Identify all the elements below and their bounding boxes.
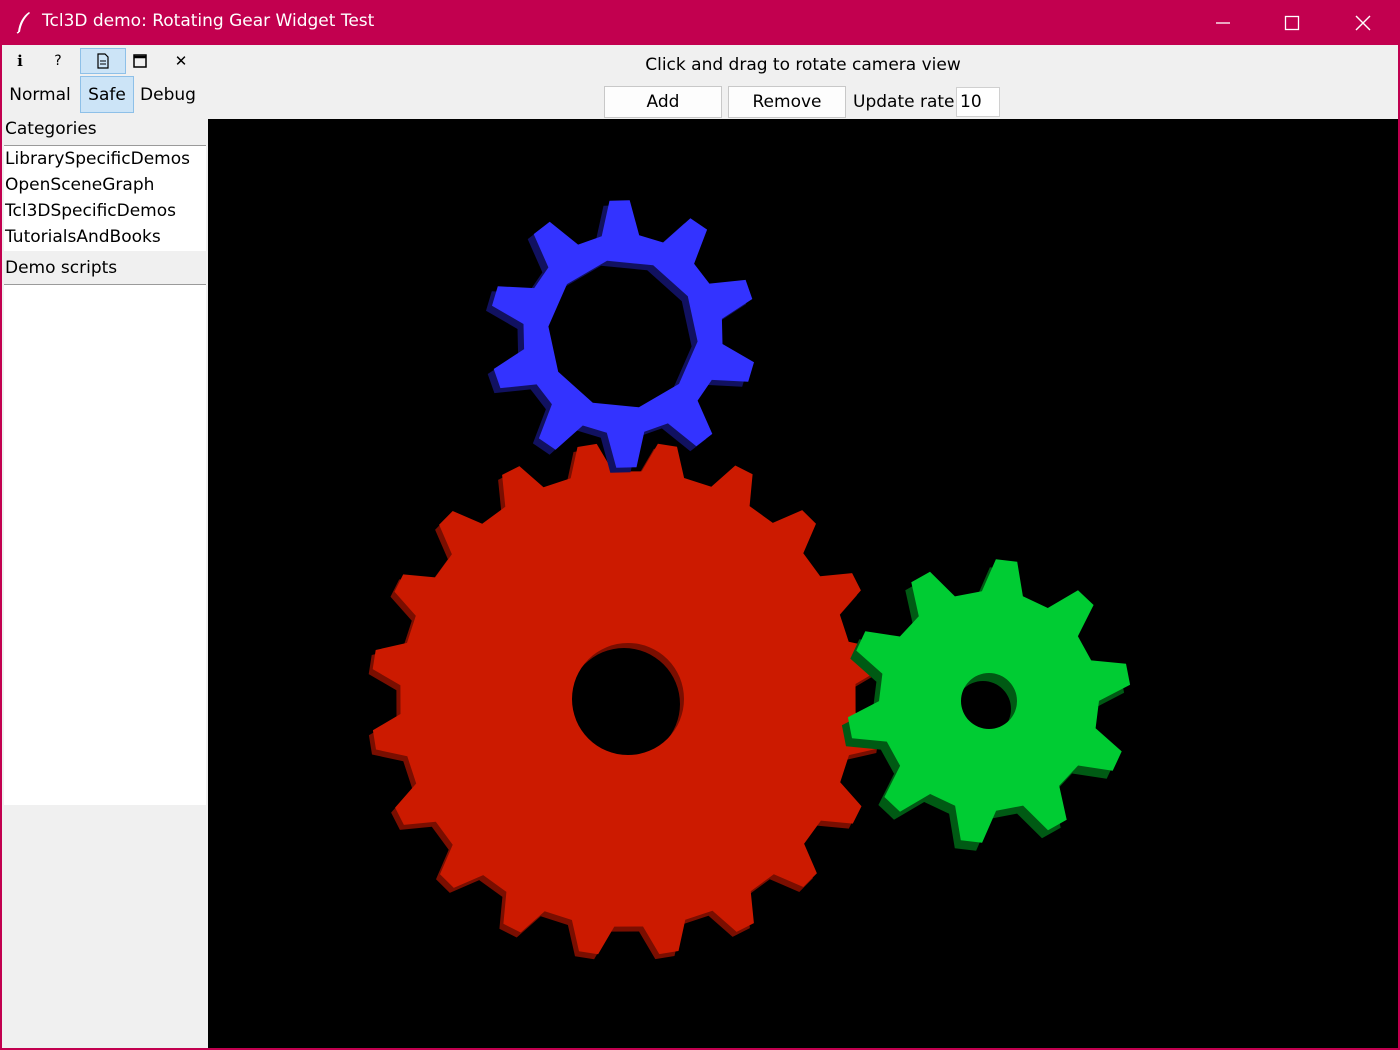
mode-debug-button[interactable]: Debug: [136, 76, 200, 113]
maximize-viewer-button[interactable]: [122, 48, 158, 74]
help-icon: ?: [54, 53, 62, 69]
close-button[interactable]: [1328, 0, 1398, 45]
close-icon: [1355, 15, 1371, 31]
info-icon: i: [17, 52, 23, 70]
minimize-icon: [1216, 22, 1230, 24]
title-bar[interactable]: Tcl3D demo: Rotating Gear Widget Test: [0, 0, 1400, 45]
close-viewer-button[interactable]: ✕: [163, 48, 199, 74]
document-icon: [97, 53, 109, 69]
categories-list[interactable]: LibrarySpecificDemos OpenSceneGraph Tcl3…: [4, 145, 206, 251]
red-gear-face: [372, 443, 884, 955]
demo-scripts-list[interactable]: [4, 284, 206, 805]
add-button[interactable]: Add: [604, 86, 722, 118]
mode-normal-button[interactable]: Normal: [4, 76, 76, 113]
sidebar: i ? ✕ Normal Safe Debug Categories Libra…: [2, 45, 208, 1048]
list-item[interactable]: LibrarySpecificDemos: [4, 146, 206, 172]
list-item[interactable]: TutorialsAndBooks: [4, 224, 206, 250]
categories-label: Categories: [5, 119, 97, 139]
help-button[interactable]: ?: [40, 48, 76, 74]
maximize-viewer-icon: [133, 54, 147, 68]
client-area: i ? ✕ Normal Safe Debug Categories Libra…: [2, 45, 1398, 1048]
main-panel: Click and drag to rotate camera view Add…: [208, 45, 1398, 1048]
gl-viewport[interactable]: [208, 119, 1398, 1048]
green-gear: [841, 559, 1131, 851]
green-gear-face: [847, 559, 1131, 843]
window-title: Tcl3D demo: Rotating Gear Widget Test: [42, 11, 375, 31]
minimize-button[interactable]: [1188, 0, 1258, 45]
hint-text: Click and drag to rotate camera view: [645, 55, 961, 75]
gear-scene[interactable]: [208, 119, 1398, 1048]
maximize-icon: [1284, 15, 1300, 31]
feather-icon: [14, 10, 34, 34]
list-item[interactable]: Tcl3DSpecificDemos: [4, 198, 206, 224]
blue-gear: [486, 200, 754, 473]
mode-safe-button[interactable]: Safe: [80, 76, 134, 113]
list-item[interactable]: OpenSceneGraph: [4, 172, 206, 198]
red-gear: [368, 443, 884, 960]
document-button[interactable]: [80, 48, 126, 74]
close-viewer-icon: ✕: [174, 52, 188, 70]
maximize-button[interactable]: [1257, 0, 1327, 45]
remove-button[interactable]: Remove: [728, 86, 846, 118]
app-window: Tcl3D demo: Rotating Gear Widget Test i …: [0, 0, 1400, 1050]
demo-scripts-label: Demo scripts: [5, 258, 118, 278]
update-rate-label: Update rate:: [853, 92, 961, 112]
info-button[interactable]: i: [2, 48, 38, 74]
update-rate-input[interactable]: 10: [956, 87, 1000, 117]
